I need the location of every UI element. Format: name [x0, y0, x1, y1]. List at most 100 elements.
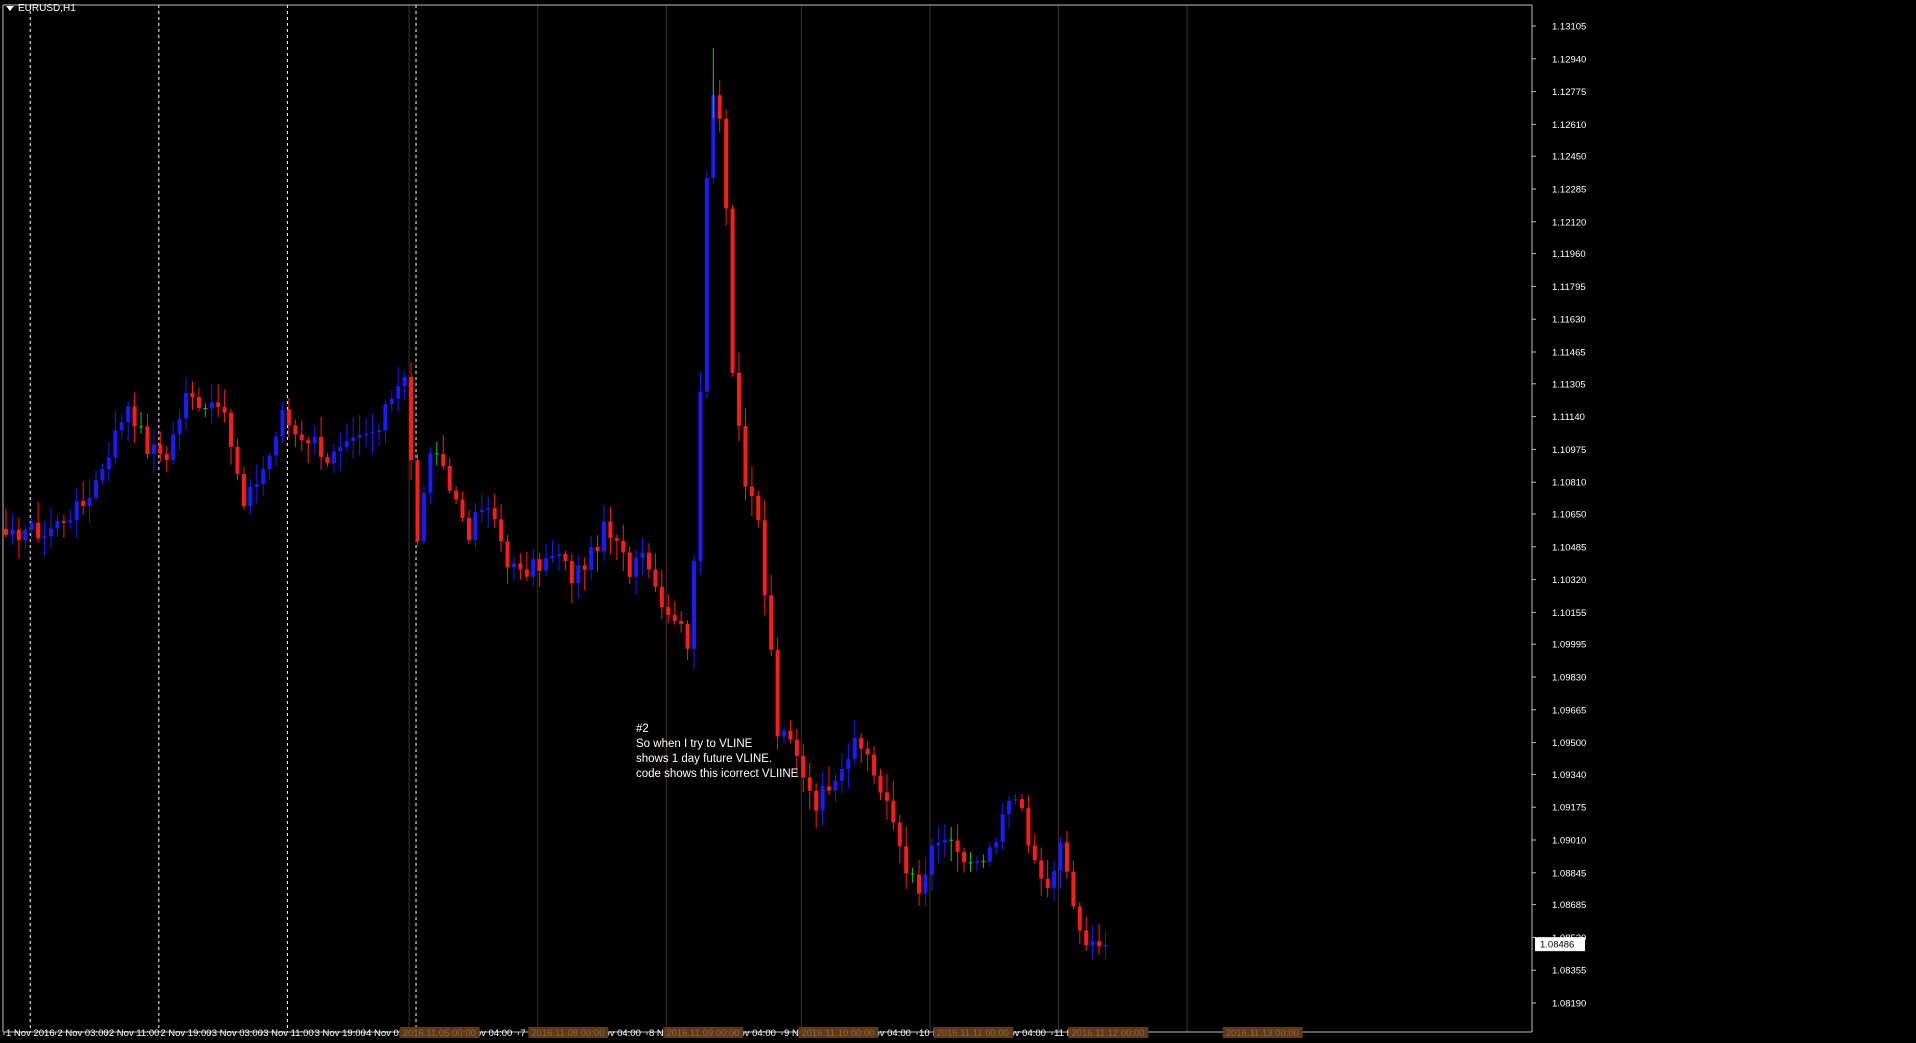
candle-body	[556, 553, 561, 556]
y-tick-label: 1.12775	[1552, 87, 1586, 98]
candle-body	[383, 404, 388, 431]
candle-body	[466, 517, 471, 541]
candle-body	[621, 540, 626, 553]
annotation-line: So when I try to VLINE	[636, 738, 753, 750]
y-tick-label: 1.10975	[1552, 445, 1586, 456]
candle-body	[370, 432, 375, 434]
candle-body	[293, 425, 298, 435]
candle-body	[49, 528, 54, 537]
candle-body	[923, 874, 928, 894]
candle-body	[216, 402, 221, 407]
candle-body	[865, 748, 870, 755]
candle-body	[859, 737, 864, 749]
candle-body	[511, 563, 516, 568]
candle-body	[1032, 845, 1037, 861]
candle-body	[151, 444, 156, 454]
candle-body	[1007, 800, 1012, 815]
candle-body	[724, 118, 729, 209]
date-label-text: 2016.11.08 00:00	[531, 1028, 604, 1039]
candle-body	[499, 519, 504, 542]
date-label-text: 2016.11.09 00:00	[666, 1028, 739, 1039]
candle-body	[505, 541, 510, 568]
x-tick-label: 3 Nov 03:00	[212, 1028, 263, 1039]
candle-body	[762, 520, 767, 596]
candle-body	[627, 552, 632, 577]
candle-body	[839, 768, 844, 782]
candle-body	[1071, 871, 1076, 907]
candle-body	[749, 486, 754, 496]
candle-body	[807, 777, 812, 791]
candle-body	[396, 386, 401, 399]
y-tick-label: 1.09340	[1552, 770, 1586, 781]
date-label-text: 2016.11.10 00:00	[801, 1028, 874, 1039]
symbol-label[interactable]: EURUSD,H1	[6, 3, 76, 14]
candle-body	[421, 492, 426, 542]
x-tick-label: 1 Nov 2016	[6, 1028, 55, 1039]
candle-body	[569, 560, 574, 584]
x-tick-label: 2 Nov 19:00	[160, 1028, 211, 1039]
candle-body	[698, 391, 703, 562]
candle-body	[460, 499, 465, 518]
y-tick-label: 1.11795	[1552, 282, 1586, 293]
y-tick-label: 1.08845	[1552, 868, 1586, 879]
candle-body	[415, 460, 420, 542]
candle-body	[897, 822, 902, 847]
candle-body	[550, 555, 555, 559]
candle-body	[81, 500, 86, 506]
y-tick-label: 1.08685	[1552, 900, 1586, 911]
y-tick-label: 1.11305	[1552, 379, 1586, 390]
candle-body	[286, 409, 291, 426]
candle-body	[949, 839, 954, 841]
candle-body	[987, 847, 992, 862]
candle-body	[1090, 941, 1095, 946]
candle-body	[261, 469, 266, 485]
candle-body	[229, 412, 234, 447]
candle-body	[640, 552, 645, 558]
candle-body	[814, 790, 819, 811]
y-tick-label: 1.11960	[1552, 249, 1586, 260]
candle-body	[891, 800, 896, 823]
candle-body	[447, 466, 452, 491]
y-tick-label: 1.08190	[1552, 999, 1586, 1010]
candle-body	[10, 529, 15, 535]
candle-body	[1097, 941, 1102, 947]
candle-body	[852, 737, 857, 759]
candle-body	[601, 521, 606, 552]
candle-body	[319, 437, 324, 457]
y-tick-label: 1.09010	[1552, 836, 1586, 847]
candle-body	[164, 453, 169, 460]
candle-body	[666, 607, 671, 615]
candle-body	[376, 430, 381, 433]
price-chart[interactable]: 1.13105 1.12940 1.12775 1.12610 1.12450 1.122…	[0, 0, 1916, 1043]
candle-body	[647, 552, 651, 570]
candle-body	[68, 520, 73, 523]
candle-body	[1000, 814, 1005, 843]
current-price-marker: 1.08486	[1535, 937, 1585, 952]
candle-body	[1058, 842, 1063, 871]
candle-body	[524, 569, 529, 577]
candle-body	[672, 614, 677, 622]
candle-body	[1103, 944, 1108, 947]
candle-body	[486, 508, 491, 510]
candle-body	[1019, 799, 1024, 809]
candle-body	[454, 490, 459, 500]
y-tick-label: 1.09665	[1552, 705, 1586, 716]
annotation-line: shows 1 day future VLINE.	[636, 753, 773, 765]
candle-body	[351, 437, 356, 441]
candle-body	[563, 553, 568, 561]
dropdown-arrow-icon[interactable]	[6, 5, 14, 11]
candle-body	[36, 522, 41, 539]
x-tick-label: 3 Nov 19:00	[315, 1028, 366, 1039]
candle-body	[171, 434, 176, 460]
current-price-label: 1.08486	[1540, 940, 1574, 951]
y-tick-label: 1.12120	[1552, 217, 1586, 228]
candle-body	[653, 569, 658, 587]
candle-body	[968, 862, 973, 864]
annotation-line: #2	[636, 723, 649, 735]
candle-body	[929, 845, 934, 875]
date-label-text: 2016.11.11 00:00	[936, 1028, 1009, 1039]
candle-body	[196, 396, 201, 409]
candle-body	[531, 559, 536, 577]
candle-body	[139, 426, 144, 428]
candle-body	[4, 528, 8, 535]
